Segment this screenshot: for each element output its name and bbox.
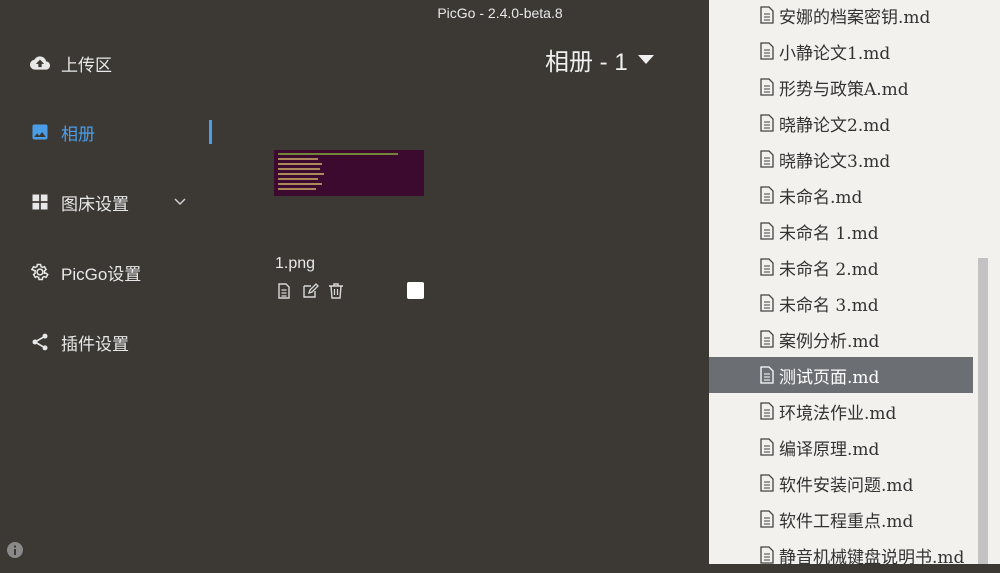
file-item-selected[interactable]: 测试页面.md xyxy=(709,357,973,393)
document-icon xyxy=(760,294,774,312)
sidebar-item-upload[interactable]: 上传区 xyxy=(30,48,112,78)
file-item[interactable]: 案例分析.md xyxy=(709,321,973,357)
document-icon xyxy=(760,438,774,456)
file-label: 测试页面.md xyxy=(779,367,880,388)
image-select-checkbox[interactable] xyxy=(407,282,424,299)
file-item[interactable]: 形势与政策A.md xyxy=(709,69,973,105)
file-item[interactable]: 编译原理.md xyxy=(709,429,973,465)
file-label: 软件安装问题.md xyxy=(779,475,914,496)
sidebar-item-label: 上传区 xyxy=(61,55,112,75)
album-selector[interactable]: 相册 - 1 xyxy=(545,42,654,77)
grid-icon xyxy=(32,194,48,210)
sidebar-item-label: 相册 xyxy=(61,124,95,144)
document-icon xyxy=(760,546,774,564)
file-label: 软件工程重点.md xyxy=(779,511,914,532)
document-icon xyxy=(760,258,774,276)
document-icon xyxy=(760,222,774,240)
gear-icon xyxy=(30,263,49,281)
file-item[interactable]: 未命名 3.md xyxy=(709,285,973,321)
file-label: 小静论文1.md xyxy=(779,43,891,64)
sidebar-item-gallery[interactable]: 相册 xyxy=(30,117,95,147)
document-icon xyxy=(760,474,774,492)
sidebar: 上传区 相册 图床设置 PicGo设置 插件设置 xyxy=(0,0,220,564)
sidebar-item-picgo-settings[interactable]: PicGo设置 xyxy=(30,257,141,287)
document-icon xyxy=(760,42,774,60)
file-item[interactable]: 软件安装问题.md xyxy=(709,465,973,501)
info-icon[interactable] xyxy=(6,541,24,559)
document-icon xyxy=(760,186,774,204)
file-item[interactable]: 晓静论文3.md xyxy=(709,141,973,177)
sidebar-item-label: 插件设置 xyxy=(61,334,129,354)
file-item[interactable]: 未命名 1.md xyxy=(709,213,973,249)
album-title: 相册 - 1 xyxy=(545,49,628,76)
document-icon xyxy=(760,6,774,24)
file-item[interactable]: 环境法作业.md xyxy=(709,393,973,429)
file-item[interactable]: 未命名 2.md xyxy=(709,249,973,285)
file-item[interactable]: 晓静论文2.md xyxy=(709,105,973,141)
image-actions xyxy=(275,282,345,300)
active-indicator xyxy=(209,120,212,144)
file-label: 未命名 2.md xyxy=(779,259,879,280)
edit-icon[interactable] xyxy=(301,282,319,300)
document-icon xyxy=(760,78,774,96)
picgo-window: 上传区 相册 图床设置 PicGo设置 插件设置 相册 - 1 1.png xyxy=(0,0,708,564)
share-icon xyxy=(32,333,48,351)
image-icon xyxy=(32,124,48,140)
file-item[interactable]: 软件工程重点.md xyxy=(709,501,973,537)
document-icon xyxy=(760,402,774,420)
cloud-upload-icon xyxy=(30,56,50,70)
document-icon xyxy=(760,330,774,348)
document-icon xyxy=(760,150,774,168)
file-label: 未命名.md xyxy=(779,187,863,208)
file-label: 编译原理.md xyxy=(779,439,880,460)
document-icon xyxy=(760,510,774,528)
caret-down-icon xyxy=(637,55,654,64)
copy-link-icon[interactable] xyxy=(275,282,293,300)
image-thumbnail[interactable] xyxy=(274,150,424,196)
document-icon xyxy=(760,366,774,384)
file-item[interactable]: 安娜的档案密钥.md xyxy=(709,0,973,33)
sidebar-item-label: PicGo设置 xyxy=(61,264,142,284)
image-filename: 1.png xyxy=(275,255,316,272)
document-icon xyxy=(760,114,774,132)
file-label: 未命名 1.md xyxy=(779,223,879,244)
file-item[interactable]: 静音机械键盘说明书.md xyxy=(709,537,973,573)
file-label: 环境法作业.md xyxy=(779,403,897,424)
sidebar-item-plugin-settings[interactable]: 插件设置 xyxy=(30,327,129,357)
file-label: 安娜的档案密钥.md xyxy=(779,7,931,28)
scrollbar-thumb[interactable] xyxy=(978,258,988,564)
sidebar-item-picbed-settings[interactable]: 图床设置 xyxy=(30,187,129,217)
file-label: 晓静论文2.md xyxy=(779,115,891,136)
file-label: 未命名 3.md xyxy=(779,295,879,316)
delete-icon[interactable] xyxy=(327,282,345,300)
file-label: 晓静论文3.md xyxy=(779,151,891,172)
file-item[interactable]: 小静论文1.md xyxy=(709,33,973,69)
file-list-panel: 安娜的档案密钥.md 小静论文1.md 形势与政策A.md 晓静论文2.md 晓… xyxy=(709,0,1000,568)
file-label: 案例分析.md xyxy=(779,331,880,352)
file-label: 形势与政策A.md xyxy=(779,79,909,100)
chevron-down-icon[interactable] xyxy=(173,194,187,208)
sidebar-item-label: 图床设置 xyxy=(61,194,129,214)
file-item[interactable]: 未命名.md xyxy=(709,177,973,213)
